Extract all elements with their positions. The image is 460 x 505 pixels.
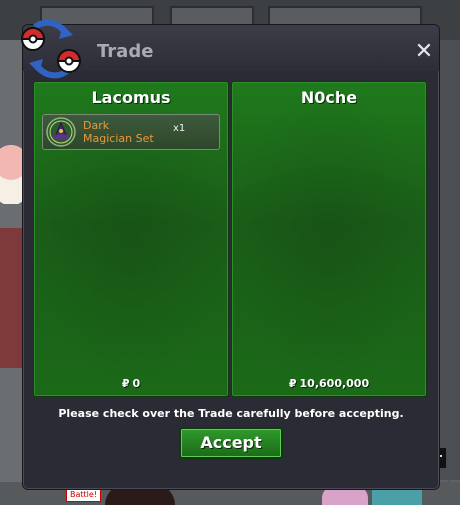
item-name: Dark Magician Set (83, 119, 173, 145)
npc-sprite (0, 140, 22, 204)
money-right: ₽10,600,000 (232, 377, 426, 390)
red-carpet (0, 228, 24, 368)
battle-tag: Battle! (66, 488, 102, 502)
player-name-left: Lacomus (91, 88, 171, 107)
currency-icon: ₽ (288, 377, 297, 390)
item-name-line2: Magician Set (83, 132, 154, 145)
money-left: ₽0 (34, 377, 228, 390)
window-title: Trade (97, 41, 154, 62)
currency-icon: ₽ (121, 377, 130, 390)
trade-notice: Please check over the Trade carefully be… (58, 407, 404, 420)
money-amount-left: 0 (132, 377, 141, 390)
item-quantity: x1 (173, 123, 186, 134)
item-name-line1: Dark (83, 119, 110, 132)
close-button[interactable]: ✕ (413, 41, 435, 63)
offer-panel-right: N0che ₽10,600,000 (231, 81, 427, 397)
trade-icon (20, 19, 82, 79)
trade-window: Trade ✕ Lacomus Dark Magician Set x1 ₽ 0… (20, 19, 440, 490)
player-name-right: N0che (300, 88, 358, 107)
offer-panel-left: Lacomus Dark Magician Set x1 ₽0 (33, 81, 229, 397)
costume-icon (46, 117, 76, 147)
accept-button[interactable]: Accept (179, 427, 283, 459)
money-amount-right: 10,600,000 (299, 377, 370, 390)
item-slot[interactable]: Dark Magician Set x1 (42, 114, 220, 150)
